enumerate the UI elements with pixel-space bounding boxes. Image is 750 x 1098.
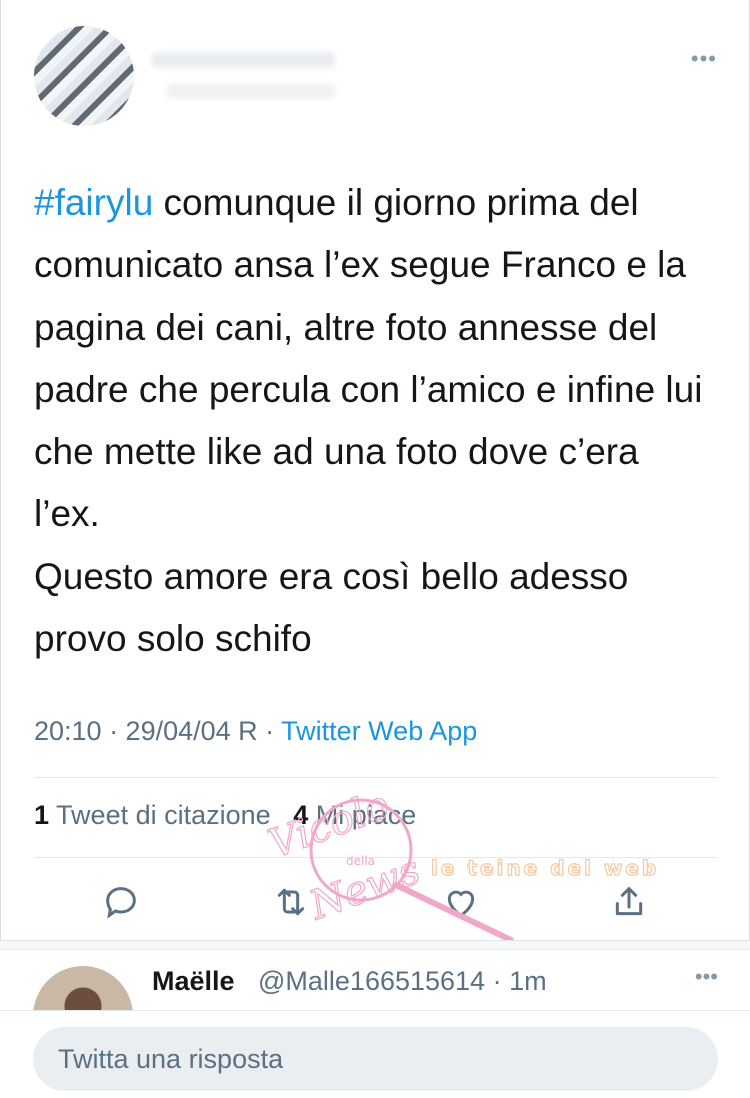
avatar[interactable] <box>33 966 133 1010</box>
blurred-display-name <box>151 52 336 68</box>
likes-label: Mi piace <box>315 800 417 830</box>
reply-compose-bar <box>0 1010 750 1098</box>
tweet-body: comunque il giorno prima del comunicato … <box>34 182 703 660</box>
reply-preview[interactable]: Maëlle @Malle166515614 · 1m ••• <box>0 950 750 1010</box>
likes-stat[interactable]: 4 Mi piace <box>293 800 416 830</box>
quote-count: 1 <box>34 800 50 830</box>
tweet-stats: 1 Tweet di citazione 4 Mi piace <box>34 800 416 831</box>
likes-count: 4 <box>293 800 309 830</box>
avatar[interactable] <box>34 26 134 126</box>
tweet-card: ••• #fairylu comunque il giorno prima de… <box>0 0 750 943</box>
reply-icon[interactable] <box>101 882 141 922</box>
reply-author-handle: @Malle166515614 · 1m <box>258 966 547 996</box>
reply-input[interactable] <box>33 1027 718 1091</box>
more-options-icon[interactable]: ••• <box>695 964 718 990</box>
retweet-icon[interactable] <box>271 882 311 922</box>
quote-label: Tweet di citazione <box>56 800 271 830</box>
tweet-timestamp[interactable]: 20:10 · 29/04/04 R · <box>34 716 281 746</box>
reply-author-name[interactable]: Maëlle <box>152 966 235 997</box>
hashtag-link[interactable]: #fairylu <box>34 182 153 223</box>
heart-icon[interactable] <box>441 882 481 922</box>
tweet-meta: 20:10 · 29/04/04 R · Twitter Web App <box>34 716 477 747</box>
section-separator <box>0 940 750 950</box>
tweet-actions <box>1 872 750 932</box>
more-options-icon[interactable]: ••• <box>691 46 717 72</box>
blurred-username <box>166 84 336 98</box>
tweet-text: #fairylu comunque il giorno prima del co… <box>34 172 714 670</box>
divider <box>34 857 717 858</box>
quote-tweets-stat[interactable]: 1 Tweet di citazione <box>34 800 271 830</box>
share-icon[interactable] <box>609 882 649 922</box>
source-app-link[interactable]: Twitter Web App <box>281 716 477 746</box>
divider <box>34 777 717 778</box>
